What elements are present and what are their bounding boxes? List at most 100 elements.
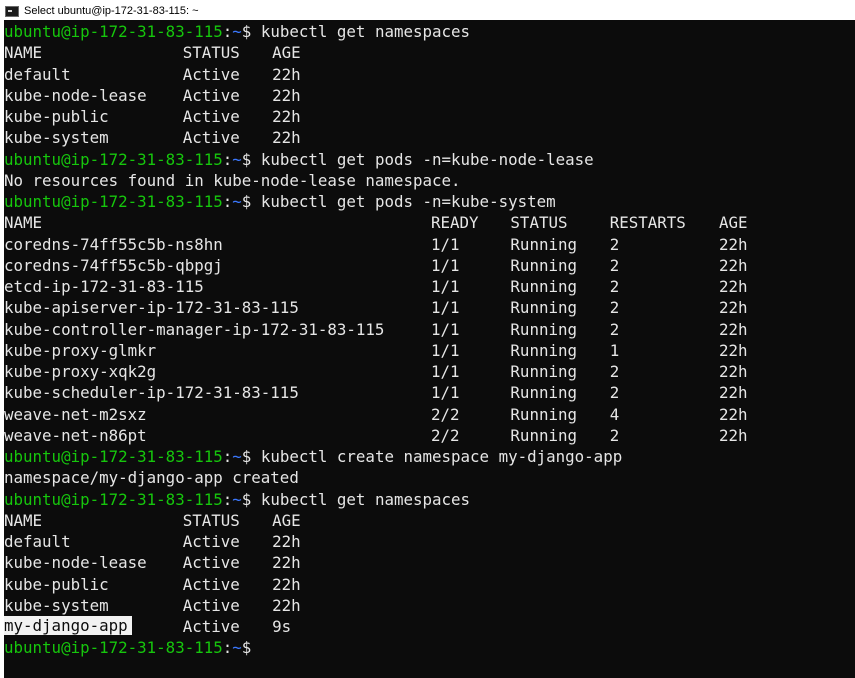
table-row-cell: etcd-ip-172-31-83-115 [4,277,204,296]
table-row-cell: 22h [272,107,301,126]
table-row: coredns-74ff55c5b-ns8hn 1/1 Running 2 22h [4,234,855,255]
prompt-line: ubuntu@ip-172-31-83-115:~$ kubectl get p… [4,149,855,170]
table-row-cell: Active [182,595,240,615]
prompt-user-host: ubuntu@ip-172-31-83-115 [4,192,223,211]
output-message-text: No resources found in kube-node-lease na… [4,170,461,190]
table-row: kube-proxy-xqk2g 1/1 Running 2 22h [4,361,855,382]
table-row: kube-proxy-glmkr 1/1 Running 1 22h [4,340,855,361]
prompt-line: ubuntu@ip-172-31-83-115:~$ kubectl get n… [4,489,855,510]
table-header-cell: READY [430,213,479,233]
table-row-cell: kube-system [4,595,109,615]
table-row-cell: Active [182,532,240,551]
command-text: kubectl create namespace my-django-app [260,447,623,466]
table-row-cell: Running [510,277,577,296]
table-row-cell: 1/1 [430,255,460,275]
table-row-cell: kube-node-lease [4,553,147,573]
table-row-cell: 2 [609,255,620,275]
table-row-cell: Running [510,298,577,318]
table-row: default Active 22h [4,64,855,85]
table-row-cell: kube-node-lease [4,85,147,105]
prompt-path: ~ [232,638,242,658]
table-header-cell: RESTARTS [609,213,686,233]
terminal-window: Select ubuntu@ip-172-31-83-115: ~ ubuntu… [0,0,855,678]
prompt-separator: : [222,22,233,41]
table-row-cell: 1/1 [430,277,460,296]
table-row-cell: 22h [272,553,301,573]
prompt-path: ~ [232,489,242,509]
prompt-separator: : [222,149,233,169]
prompt-path: ~ [232,447,242,466]
table-row-cell: 22h [718,234,748,254]
table-header-cell: NAME [4,213,43,233]
table-row-cell: 1/1 [430,298,460,318]
table-row-cell: kube-controller-manager-ip-172-31-83-115 [4,319,385,339]
prompt-path: ~ [232,149,242,169]
prompt-line: ubuntu@ip-172-31-83-115:~$ kubectl get p… [4,191,855,212]
table-header: NAME STATUS AGE [4,42,855,63]
table-row-cell: 2 [609,319,620,339]
table-row-cell: 2 [609,383,620,403]
table-row-cell: 1/1 [430,340,460,360]
output-message-text: namespace/my-django-app created [4,468,299,488]
prompt-path: ~ [232,22,242,41]
table-row-cell: default [4,532,71,551]
prompt-separator: : [222,638,233,658]
prompt-user-host: ubuntu@ip-172-31-83-115 [4,638,223,658]
table-row-cell: Running [510,404,577,424]
prompt-symbol: $ [241,22,252,41]
table-row-cell: coredns-74ff55c5b-qbpgj [4,255,223,275]
table-row-cell: Active [182,128,240,148]
table-row-cell: kube-proxy-glmkr [4,340,157,360]
table-row-cell: Running [510,234,577,254]
table-row-cell: 1/1 [430,234,460,254]
table-row-cell: 22h [718,362,748,381]
table-row-cell: Running [510,319,577,339]
table-row-cell: 22h [718,404,748,424]
table-row-cell: kube-proxy-xqk2g [4,362,157,381]
table-header-cell: NAME [4,510,43,530]
table-row-cell: 22h [272,85,301,105]
table-header-cell: NAME [4,43,43,63]
table-row-cell: Active [182,107,240,126]
table-row-cell: 22h [272,595,301,615]
command-text: kubectl get namespaces [260,22,471,41]
table-row-cell: kube-scheduler-ip-172-31-83-115 [4,383,299,403]
prompt-line: ubuntu@ip-172-31-83-115:~$ [4,637,855,658]
table-row-cell: 22h [718,319,748,339]
table-header-cell: STATUS [510,213,568,233]
table-header: NAME READY STATUS RESTARTS AGE [4,212,855,233]
table-row-cell: Running [510,362,577,381]
table-row-cell: 9s [272,617,292,636]
prompt-symbol: $ [241,149,252,169]
table-row-cell: 22h [272,574,301,594]
prompt-symbol: $ [241,489,252,509]
table-row-cell: 22h [272,532,301,551]
table-row: kube-apiserver-ip-172-31-83-115 1/1 Runnin… [4,297,855,318]
table-row-cell: 2 [609,277,620,296]
title-bar[interactable]: Select ubuntu@ip-172-31-83-115: ~ [0,0,855,22]
table-header-cell: STATUS [182,510,240,530]
prompt-separator: : [222,447,233,466]
table-row-cell: 1/1 [430,362,460,381]
table-header-cell: AGE [718,213,748,233]
table-row-cell: 2 [609,362,620,381]
table-row-cell: 2 [609,425,620,445]
table-row: weave-net-m2sxz 2/2 Running 4 22h [4,404,855,425]
table-row-cell: weave-net-n86pt [4,425,147,445]
table-row: kube-public Active 22h [4,574,855,595]
table-row-cell: kube-system [4,128,109,148]
table-row: kube-system Active 22h [4,595,855,616]
table-row-cell: my-django-app [4,616,132,635]
prompt-symbol: $ [241,192,252,211]
prompt-path: ~ [232,192,242,211]
table-header-cell: STATUS [182,43,240,63]
table-row-cell: Active [182,64,240,84]
window-title: Select ubuntu@ip-172-31-83-115: ~ [24,5,199,17]
table-row: etcd-ip-172-31-83-115 1/1 Running 2 22h [4,276,855,297]
command-text: kubectl get pods -n=kube-system [260,192,556,211]
table-row: kube-controller-manager-ip-172-31-83-115… [4,319,855,340]
prompt-symbol: $ [241,447,252,466]
command-text: kubectl get namespaces [260,489,471,509]
prompt-user-host: ubuntu@ip-172-31-83-115 [4,149,223,169]
terminal-output[interactable]: ubuntu@ip-172-31-83-115:~$ kubectl get n… [4,20,855,678]
